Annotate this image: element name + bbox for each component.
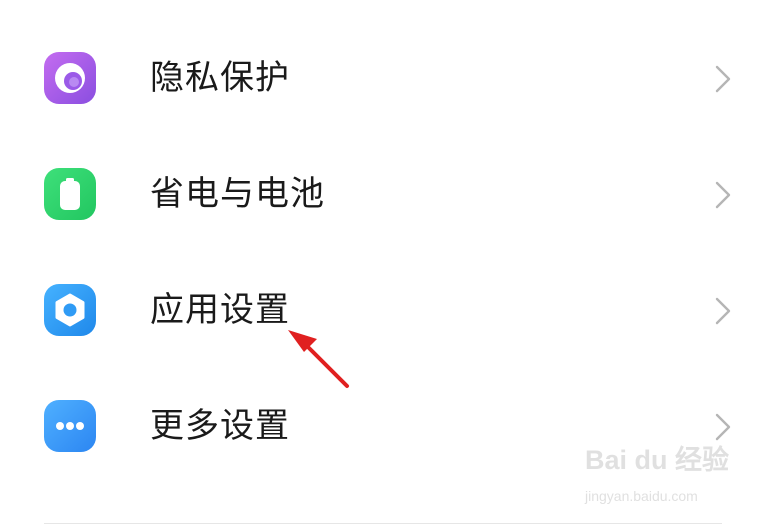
settings-item-app-settings[interactable]: 应用设置	[0, 284, 761, 400]
settings-item-privacy[interactable]: 隐私保护	[0, 52, 761, 168]
settings-item-battery[interactable]: 省电与电池	[0, 168, 761, 284]
settings-screen: 隐私保护 省电与电池 应用设置 更多设置 Bai du 经验 jingyan.b…	[0, 0, 761, 527]
privacy-icon	[44, 52, 96, 104]
list-divider	[44, 523, 722, 524]
settings-item-label: 省电与电池	[150, 174, 325, 214]
chevron-right-icon	[712, 296, 734, 326]
settings-item-label: 隐私保护	[150, 58, 290, 98]
more-dots-icon	[44, 400, 96, 452]
settings-item-label: 更多设置	[150, 406, 290, 446]
gear-icon	[44, 284, 96, 336]
chevron-right-icon	[712, 412, 734, 442]
settings-item-more-settings[interactable]: 更多设置	[0, 400, 761, 516]
chevron-right-icon	[712, 64, 734, 94]
settings-item-label: 应用设置	[150, 290, 290, 330]
chevron-right-icon	[712, 180, 734, 210]
battery-icon	[44, 168, 96, 220]
